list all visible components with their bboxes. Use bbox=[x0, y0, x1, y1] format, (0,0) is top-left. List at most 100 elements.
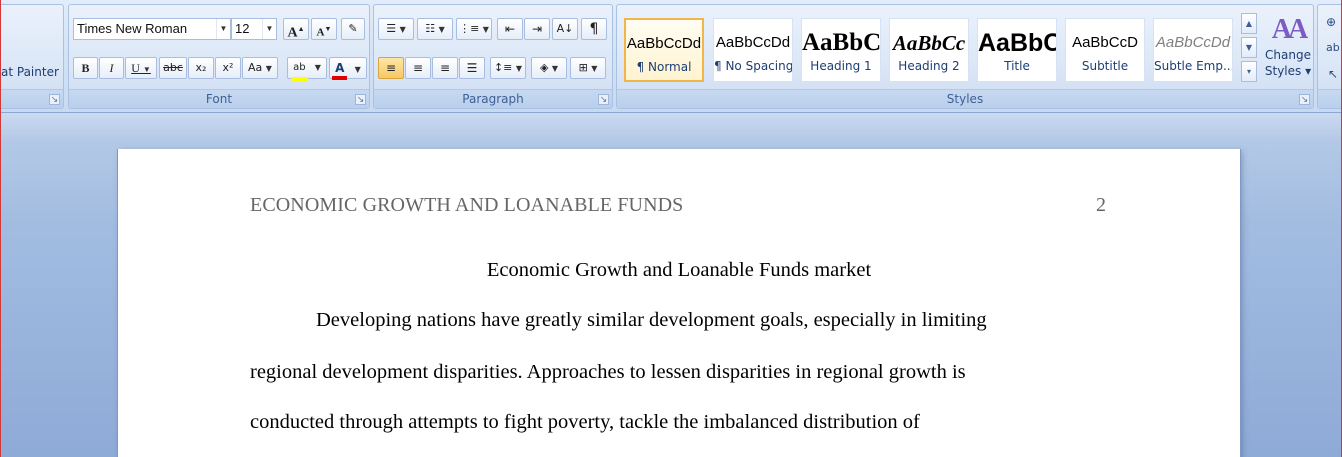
highlighter-icon: ab bbox=[291, 58, 308, 81]
superscript-icon: x² bbox=[222, 61, 234, 74]
superscript-button[interactable]: x² bbox=[215, 57, 241, 79]
chevron-up-icon: ▲ bbox=[1245, 19, 1253, 28]
document-title: Economic Growth and Loanable Funds marke… bbox=[486, 259, 872, 281]
style-tile[interactable]: AaBbC Title bbox=[977, 18, 1057, 82]
more-icon: ▾ bbox=[1246, 67, 1251, 76]
strikethrough-button[interactable]: abc bbox=[159, 57, 187, 79]
clear-formatting-button[interactable]: ✎ bbox=[341, 18, 365, 40]
chevron-down-icon[interactable]: ▼ bbox=[262, 19, 276, 39]
styles-dialog-launcher-icon[interactable]: ↘ bbox=[1299, 94, 1310, 105]
bullets-button[interactable]: ☰ ▼ bbox=[378, 18, 414, 40]
highlight-label: ab bbox=[293, 62, 306, 73]
style-name: ¶ No Spacing bbox=[714, 59, 792, 73]
style-name: ¶ Normal bbox=[636, 60, 692, 74]
align-left-icon: ≡ bbox=[385, 61, 397, 75]
italic-button[interactable]: I bbox=[99, 57, 124, 79]
change-styles-label-line2: Styles ▾ bbox=[1264, 64, 1312, 78]
paragraph-group-label: Paragraph bbox=[374, 89, 612, 108]
font-color-icon: A bbox=[332, 58, 348, 80]
font-size-combobox[interactable]: 12 ▼ bbox=[231, 18, 277, 40]
clipboard-group: at Painter ↘ bbox=[0, 4, 64, 109]
line-spacing-button[interactable]: ↕≡ ▼ bbox=[490, 57, 526, 79]
font-color-button[interactable]: A ▼ bbox=[329, 57, 367, 80]
style-sample: AaBbCcD bbox=[1072, 34, 1138, 51]
change-styles-button[interactable]: AA Change Styles ▾ bbox=[1263, 13, 1313, 89]
style-tile[interactable]: AaBbCcDd Subtle Emp... bbox=[1153, 18, 1233, 82]
replace-icon[interactable]: ab bbox=[1326, 41, 1340, 54]
highlight-color-bar bbox=[291, 77, 308, 81]
paragraph-group: ☰ ▼ ☷ ▼ ⋮≡ ▼ ⇤ ⇥ A↓ ¶ ≡ ≡ ≡ ☰ ↕≡ ▼ ◈ ▼ ⊞… bbox=[373, 4, 613, 109]
grow-font-button[interactable]: A▲ bbox=[283, 18, 309, 41]
running-head: ECONOMIC GROWTH AND LOANABLE FUNDS bbox=[250, 194, 684, 216]
pilcrow-icon: ¶ bbox=[589, 21, 599, 37]
chevron-down-icon[interactable]: ▼ bbox=[216, 19, 230, 39]
align-right-button[interactable]: ≡ bbox=[432, 57, 458, 79]
gallery-scroll-up-button[interactable]: ▲ bbox=[1241, 13, 1257, 34]
bold-button[interactable]: B bbox=[73, 57, 98, 79]
align-right-icon: ≡ bbox=[439, 61, 451, 75]
eraser-icon: ✎ bbox=[348, 22, 358, 35]
decrease-indent-icon: ⇤ bbox=[504, 22, 516, 36]
bold-icon: B bbox=[81, 61, 90, 75]
font-name-combobox[interactable]: Times New Roman ▼ bbox=[73, 18, 231, 40]
style-tile[interactable]: AaBbCcDd ¶ No Spacing bbox=[713, 18, 793, 82]
font-color-bar bbox=[332, 76, 348, 80]
increase-indent-button[interactable]: ⇥ bbox=[524, 18, 550, 40]
paragraph-line: regional development disparities. Approa… bbox=[250, 361, 966, 383]
format-painter-label[interactable]: at Painter bbox=[1, 65, 59, 79]
paragraph-line: conducted through attempts to fight pove… bbox=[250, 411, 920, 433]
underline-button[interactable]: U ▼ bbox=[125, 57, 157, 79]
justify-button[interactable]: ☰ bbox=[459, 57, 485, 79]
underline-icon: U bbox=[131, 61, 140, 75]
style-sample: AaBbCc bbox=[892, 31, 966, 55]
gallery-scroll-down-button[interactable]: ▼ bbox=[1241, 37, 1257, 58]
style-tile[interactable]: AaBbCc Heading 2 bbox=[889, 18, 969, 82]
line-spacing-icon: ↕≡ bbox=[493, 61, 513, 74]
change-styles-label-line1: Change bbox=[1265, 48, 1311, 62]
font-size-value: 12 bbox=[235, 21, 250, 36]
subscript-icon: x₂ bbox=[195, 61, 207, 74]
style-name: Heading 1 bbox=[810, 59, 872, 73]
font-color-label: A bbox=[335, 61, 345, 75]
align-left-button[interactable]: ≡ bbox=[378, 57, 404, 79]
multilevel-list-icon: ⋮≡ bbox=[459, 22, 480, 35]
paragraph-dialog-launcher-icon[interactable]: ↘ bbox=[598, 94, 609, 105]
document-top-strip bbox=[0, 113, 1342, 143]
editing-group: ⊕ ab ↖ bbox=[1317, 4, 1342, 109]
style-tile[interactable]: AaBbCcD Subtitle bbox=[1065, 18, 1145, 82]
multilevel-list-button[interactable]: ⋮≡ ▼ bbox=[456, 18, 492, 40]
align-center-icon: ≡ bbox=[412, 61, 424, 75]
style-name: Subtitle bbox=[1081, 59, 1129, 73]
paint-bucket-icon: ◈ bbox=[539, 61, 549, 74]
page-number: 2 bbox=[1096, 194, 1106, 216]
strikethrough-icon: abc bbox=[163, 61, 183, 74]
shading-button[interactable]: ◈ ▼ bbox=[531, 57, 567, 79]
style-name: Heading 2 bbox=[898, 59, 960, 73]
shrink-font-icon: A bbox=[316, 26, 325, 39]
borders-button[interactable]: ⊞ ▼ bbox=[570, 57, 606, 79]
select-icon[interactable]: ↖ bbox=[1328, 67, 1338, 81]
style-sample: AaBbCcDd bbox=[1155, 34, 1231, 51]
gallery-more-button[interactable]: ▾ bbox=[1241, 61, 1257, 82]
change-case-button[interactable]: Aa ▼ bbox=[242, 57, 278, 79]
style-sample: AaBbC bbox=[802, 29, 880, 56]
grow-font-icon: A bbox=[287, 25, 298, 41]
style-tile[interactable]: AaBbC Heading 1 bbox=[801, 18, 881, 82]
style-tile[interactable]: AaBbCcDd ¶ Normal bbox=[624, 18, 704, 82]
numbering-button[interactable]: ☷ ▼ bbox=[417, 18, 453, 40]
shrink-font-button[interactable]: A▼ bbox=[311, 18, 337, 40]
decrease-indent-button[interactable]: ⇤ bbox=[497, 18, 523, 40]
subscript-button[interactable]: x₂ bbox=[188, 57, 214, 79]
align-center-button[interactable]: ≡ bbox=[405, 57, 431, 79]
document-page[interactable]: ECONOMIC GROWTH AND LOANABLE FUNDS 2 Eco… bbox=[118, 149, 1240, 457]
show-hide-marks-button[interactable]: ¶ bbox=[581, 18, 607, 40]
find-icon[interactable]: ⊕ bbox=[1326, 15, 1336, 29]
sort-button[interactable]: A↓ bbox=[552, 18, 578, 40]
font-dialog-launcher-icon[interactable]: ↘ bbox=[355, 94, 366, 105]
font-name-value: Times New Roman bbox=[77, 21, 188, 36]
styles-group-label: Styles bbox=[617, 89, 1313, 108]
paragraph-line: Developing nations have greatly similar … bbox=[316, 309, 987, 331]
highlight-button[interactable]: ab ▼ bbox=[287, 57, 327, 81]
clipboard-launcher-icon[interactable]: ↘ bbox=[49, 94, 60, 105]
style-sample: AaBbC bbox=[978, 29, 1056, 57]
